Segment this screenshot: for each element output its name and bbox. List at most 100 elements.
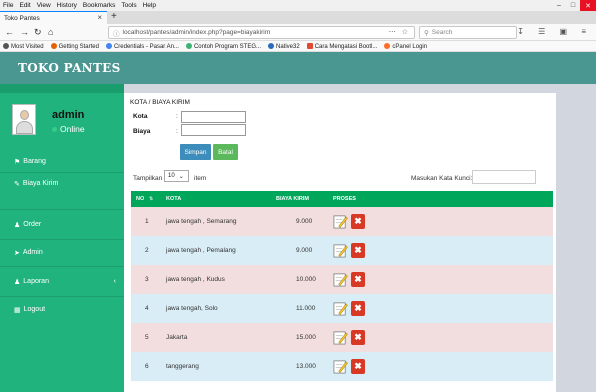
sidebar-top-strip — [0, 84, 124, 93]
column-header-biaya-kirim[interactable]: BIAYA KIRIM — [276, 196, 309, 202]
users-icon: ♟ — [14, 278, 21, 286]
menu-help[interactable]: Help — [143, 2, 156, 9]
menu-bookmarks[interactable]: Bookmarks — [83, 2, 116, 9]
table-row: 3 jawa tengah , Kudus 10.000 ✖ — [131, 265, 553, 294]
table-search-input[interactable] — [472, 170, 536, 184]
back-icon[interactable]: ← — [5, 27, 14, 37]
bookmark-cpanel[interactable]: cPanel Login — [384, 42, 427, 50]
sidebar-item-laporan[interactable]: ♟ Laporan ‹ — [0, 271, 124, 292]
user-panel: admin Online — [0, 93, 124, 151]
chevron-down-icon: ⌄ — [178, 173, 184, 180]
cell-biaya: 11.000 — [296, 305, 316, 312]
app-header: TOKO PANTES — [0, 52, 596, 84]
sidebar-divider — [0, 266, 124, 267]
menu-view[interactable]: View — [37, 2, 51, 9]
delete-icon[interactable]: ✖ — [351, 359, 365, 374]
cell-no: 6 — [145, 363, 149, 370]
wrench-icon: ➤ — [14, 249, 20, 257]
biaya-colon: : — [176, 128, 178, 135]
edit-icon[interactable] — [333, 301, 348, 316]
firefox-icon — [50, 42, 57, 49]
close-icon[interactable]: ✕ — [580, 0, 596, 11]
sidebar: admin Online ⚑ Barang ✎ Biaya Kirim ♟ Or… — [0, 84, 124, 392]
menu-history[interactable]: History — [57, 2, 77, 9]
save-button[interactable]: Simpan — [180, 144, 211, 160]
table-row: 1 jawa tengah , Semarang 9.000 ✖ — [131, 207, 553, 236]
sidebar-item-biaya-kirim[interactable]: ✎ Biaya Kirim — [0, 173, 124, 194]
home-icon[interactable]: ⌂ — [48, 27, 53, 37]
bookmark-cara-mengatasi[interactable]: Cara Mengatasi Bootl... — [306, 42, 377, 50]
delete-icon[interactable]: ✖ — [351, 330, 365, 345]
tab-close-icon[interactable]: × — [97, 13, 102, 22]
users-icon: ♟ — [14, 221, 21, 229]
menu-tools[interactable]: Tools — [121, 2, 136, 9]
table-header: NO ⇅ KOTA BIAYA KIRIM PROSES — [131, 191, 553, 207]
column-header-kota[interactable]: KOTA — [166, 196, 181, 202]
page-size-select[interactable]: 10 ⌄ — [164, 170, 189, 182]
window-controls: – □ ✕ — [552, 0, 596, 11]
cell-no: 2 — [145, 247, 149, 254]
tab-toko-pantes[interactable]: Toko Pantes × — [0, 11, 107, 24]
avatar — [12, 104, 36, 135]
bookmark-contoh-program[interactable]: Contoh Program STEG... — [185, 42, 261, 50]
page-actions-icon[interactable]: ⋯ ☆ — [389, 28, 410, 36]
edit-icon[interactable] — [333, 330, 348, 345]
site-logo[interactable]: TOKO PANTES — [18, 61, 121, 75]
tab-bar: Toko Pantes × + — [0, 11, 596, 24]
toolbar-icons[interactable]: ↧ ☰ ▣ ≡ — [517, 27, 592, 36]
edit-icon: ✎ — [14, 180, 20, 188]
items-label: item — [194, 175, 207, 182]
user-status: Online — [52, 124, 85, 134]
globe-icon — [268, 42, 274, 49]
delete-icon[interactable]: ✖ — [351, 301, 365, 316]
sidebar-item-barang[interactable]: ⚑ Barang — [0, 151, 124, 172]
search-icon: ⚲ — [424, 29, 429, 37]
column-header-no[interactable]: NO — [136, 196, 144, 202]
edit-icon[interactable] — [333, 272, 348, 287]
delete-icon[interactable]: ✖ — [351, 214, 365, 229]
bookmarks-bar: Most Visited Getting Started Credentials… — [0, 41, 596, 52]
sidebar-item-logout[interactable]: ▦ Logout — [0, 299, 124, 320]
sidebar-item-admin[interactable]: ➤ Admin — [0, 242, 124, 263]
kota-input[interactable] — [181, 111, 246, 123]
cell-biaya: 13.000 — [296, 363, 316, 370]
sidebar-divider — [0, 296, 124, 297]
url-bar[interactable]: ⓘ localhost/pantes/admin/index.php?page=… — [108, 26, 415, 39]
cell-no: 3 — [145, 276, 149, 283]
search-bar[interactable]: ⚲ Search — [419, 26, 517, 39]
minimize-icon[interactable]: – — [552, 0, 566, 11]
table-row: 2 jawa tengah , Pemalang 9.000 ✖ — [131, 236, 553, 265]
edit-icon[interactable] — [333, 243, 348, 258]
delete-icon[interactable]: ✖ — [351, 272, 365, 287]
bookmark-native32[interactable]: Native32 — [268, 42, 300, 50]
column-header-proses[interactable]: PROSES — [333, 196, 356, 202]
menu-file[interactable]: File — [3, 2, 13, 9]
blogger-icon — [306, 42, 313, 49]
table-icon: ▦ — [14, 306, 21, 314]
table-row: 5 Jakarta 15.000 ✖ — [131, 323, 553, 352]
cell-kota: Jakarta — [166, 334, 188, 341]
delete-icon[interactable]: ✖ — [351, 243, 365, 258]
forward-icon[interactable]: → — [20, 27, 29, 37]
menu-edit[interactable]: Edit — [19, 2, 30, 9]
sidebar-item-order[interactable]: ♟ Order — [0, 214, 124, 235]
cancel-button[interactable]: Batal — [213, 144, 238, 160]
maximize-icon[interactable]: □ — [566, 0, 580, 11]
bookmark-credentials[interactable]: Credentials - Pasar An... — [105, 42, 179, 50]
sort-icon[interactable]: ⇅ — [149, 196, 153, 202]
new-tab-icon[interactable]: + — [111, 11, 117, 24]
url-text: localhost/pantes/admin/index.php?page=bi… — [122, 29, 271, 36]
edit-icon[interactable] — [333, 214, 348, 229]
table-row: 6 tanggerang 13.000 ✖ — [131, 352, 553, 381]
biaya-input[interactable] — [181, 124, 246, 136]
info-icon[interactable]: ⓘ — [113, 28, 120, 38]
tab-title: Toko Pantes — [4, 14, 40, 22]
edit-icon[interactable] — [333, 359, 348, 374]
cell-no: 5 — [145, 334, 149, 341]
bookmark-most-visited[interactable]: Most Visited — [3, 42, 44, 50]
gear-icon — [3, 42, 9, 49]
reload-icon[interactable]: ↻ — [34, 27, 42, 38]
bookmark-getting-started[interactable]: Getting Started — [50, 42, 99, 50]
navigation-bar: ← → ↻ ⌂ ⓘ localhost/pantes/admin/index.p… — [0, 24, 596, 41]
cell-biaya: 10.000 — [296, 276, 316, 283]
